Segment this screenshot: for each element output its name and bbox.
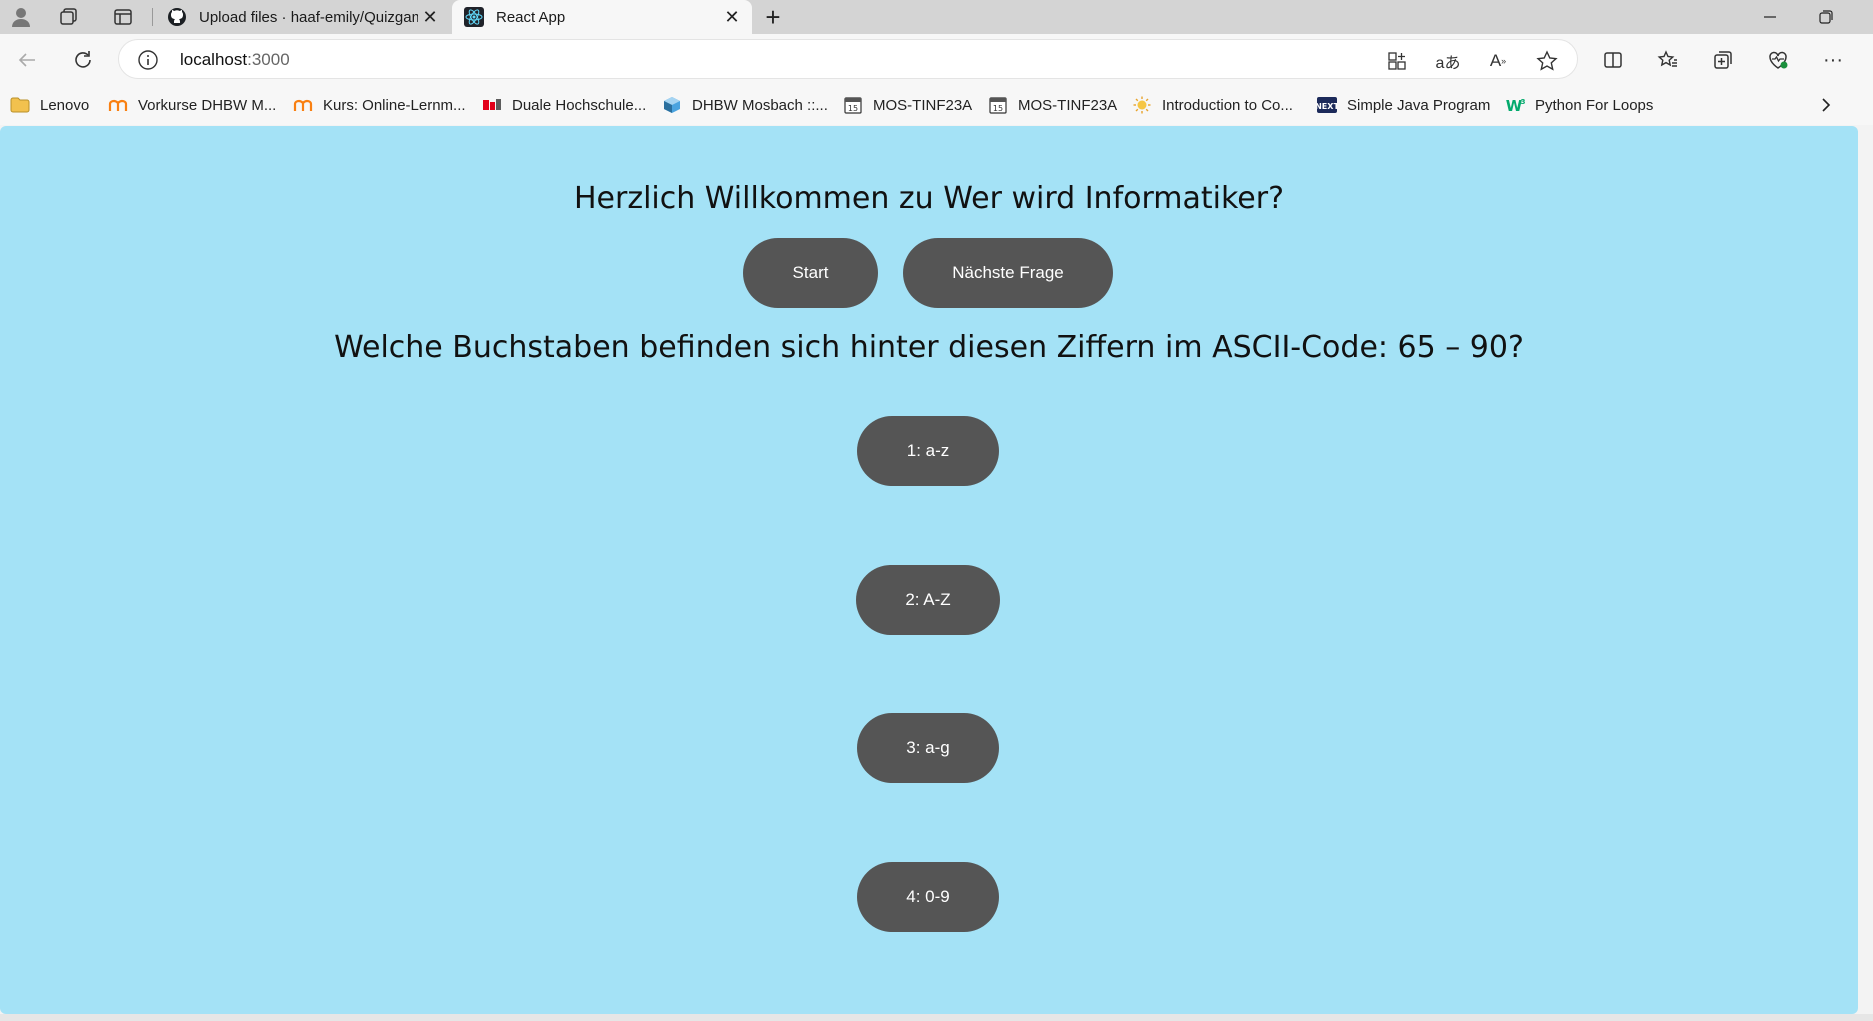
- bookmark-duale-hochschule[interactable]: Duale Hochschule...: [482, 93, 646, 117]
- close-tab-icon[interactable]: ✕: [418, 5, 442, 29]
- calendar-icon: 15: [988, 96, 1008, 114]
- read-aloud-icon[interactable]: A»: [1485, 48, 1511, 74]
- tab-title: React App: [496, 8, 566, 26]
- bookmark-label: Simple Java Program: [1347, 96, 1491, 114]
- answer-button-4[interactable]: 4: 0-9: [857, 862, 999, 932]
- bookmark-kurs-online[interactable]: Kurs: Online-Lernm...: [293, 93, 466, 117]
- site-info-icon[interactable]: [137, 49, 159, 71]
- back-icon[interactable]: [10, 43, 44, 77]
- favorites-icon[interactable]: [1651, 43, 1685, 77]
- bookmark-label: MOS-TINF23A: [873, 96, 973, 114]
- collections-icon[interactable]: [1706, 43, 1740, 77]
- url-host: localhost: [180, 50, 248, 69]
- svg-text:15: 15: [993, 104, 1003, 113]
- svg-text:NEXT: NEXT: [1317, 102, 1337, 111]
- answer-button-1[interactable]: 1: a-z: [857, 416, 999, 486]
- quiz-app: Herzlich Willkommen zu Wer wird Informat…: [0, 126, 1858, 1014]
- bookmarks-bar: Lenovo Vorkurse DHBW M... Kurs: Online-L…: [0, 85, 1873, 125]
- bookmark-label: Lenovo: [40, 96, 90, 114]
- svg-text:15: 15: [848, 104, 858, 113]
- new-tab-icon[interactable]: +: [760, 2, 786, 32]
- more-options-icon[interactable]: ···: [1816, 43, 1850, 77]
- bookmark-mos-tinf23a-1[interactable]: 15 MOS-TINF23A: [843, 93, 972, 117]
- sun-icon: [1132, 96, 1152, 114]
- w3schools-icon: W3: [1505, 96, 1525, 114]
- moodle-icon: [108, 96, 128, 114]
- question-text: Welche Buchstaben befinden sich hinter d…: [334, 330, 1524, 365]
- react-icon: [464, 7, 484, 27]
- profile-icon[interactable]: [8, 5, 34, 29]
- bookmark-dhbw-mosbach[interactable]: DHBW Mosbach ::...: [662, 93, 828, 117]
- next-question-button[interactable]: Nächste Frage: [903, 238, 1113, 308]
- bookmark-mos-tinf23a-2[interactable]: 15 MOS-TINF23A: [988, 93, 1117, 117]
- close-tab-icon[interactable]: ✕: [720, 5, 744, 29]
- bookmark-vorkurse[interactable]: Vorkurse DHBW M...: [108, 93, 276, 117]
- refresh-icon[interactable]: [66, 43, 100, 77]
- url-port: :3000: [247, 50, 290, 69]
- tab-upload-files[interactable]: Upload files · haaf-emily/Quizgame ✕: [155, 0, 450, 34]
- bookmark-label: Vorkurse DHBW M...: [138, 96, 277, 114]
- chevron-right-icon[interactable]: [1814, 93, 1838, 117]
- browser-essentials-icon[interactable]: [1761, 43, 1795, 77]
- bookmark-label: Duale Hochschule...: [512, 96, 647, 114]
- app-available-icon[interactable]: [1384, 48, 1410, 74]
- bookmark-label: MOS-TINF23A: [1018, 96, 1118, 114]
- bookmark-introduction[interactable]: Introduction to Co...: [1132, 93, 1293, 117]
- browser-toolbar: localhost:3000 aあ A» ···: [0, 34, 1873, 85]
- tab-react-app[interactable]: React App ✕: [452, 0, 752, 34]
- folder-icon: [10, 96, 30, 114]
- address-bar[interactable]: localhost:3000 aあ A»: [118, 39, 1578, 79]
- bookmark-label: Python For Loops: [1535, 96, 1654, 114]
- page-title: Herzlich Willkommen zu Wer wird Informat…: [573, 181, 1285, 216]
- sidebar-edge: [1858, 126, 1873, 1014]
- restore-icon[interactable]: [1803, 0, 1849, 34]
- tab-separator: [152, 8, 153, 26]
- start-button[interactable]: Start: [743, 238, 878, 308]
- workspaces-icon[interactable]: [56, 5, 82, 29]
- github-icon: [167, 7, 187, 27]
- bookmark-simple-java[interactable]: NEXT Simple Java Program: [1317, 93, 1490, 117]
- moodle-icon: [293, 96, 313, 114]
- answer-button-3[interactable]: 3: a-g: [857, 713, 999, 783]
- dhbw-cube-icon: [662, 96, 682, 114]
- bookmark-label: Kurs: Online-Lernm...: [323, 96, 466, 114]
- tab-title: Upload files · haaf-emily/Quizgame: [199, 8, 418, 26]
- next-icon: NEXT: [1317, 96, 1337, 114]
- tab-strip: Upload files · haaf-emily/Quizgame ✕ Rea…: [0, 0, 1873, 34]
- url-text: localhost:3000: [180, 50, 290, 70]
- split-screen-icon[interactable]: [1596, 43, 1630, 77]
- bookmark-python-for-loops[interactable]: W3 Python For Loops: [1505, 93, 1654, 117]
- bookmark-label: DHBW Mosbach ::...: [692, 96, 828, 114]
- answer-button-2[interactable]: 2: A-Z: [856, 565, 1000, 635]
- window-bottom-edge: [0, 1014, 1873, 1021]
- dhbw-icon: [482, 96, 502, 114]
- translate-icon[interactable]: aあ: [1435, 48, 1461, 74]
- calendar-icon: 15: [843, 96, 863, 114]
- minimize-icon[interactable]: [1747, 0, 1793, 34]
- bookmark-label: Introduction to Co...: [1162, 96, 1293, 114]
- favorite-star-icon[interactable]: [1534, 48, 1560, 74]
- bookmark-lenovo[interactable]: Lenovo: [10, 93, 89, 117]
- svg-text:3: 3: [1521, 98, 1525, 106]
- vertical-tabs-icon[interactable]: [110, 5, 136, 29]
